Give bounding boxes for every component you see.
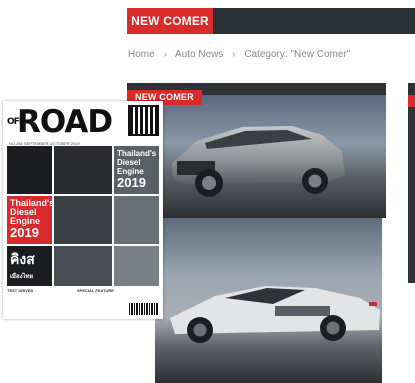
barcode-icon bbox=[129, 303, 159, 315]
engine-photo-tile bbox=[7, 146, 52, 194]
tile-text: เมืองไทย bbox=[10, 274, 34, 280]
card-badge-stripe bbox=[408, 95, 415, 107]
magazine-title-road: ROAD bbox=[17, 104, 113, 140]
contents-column: TEST DRIVES bbox=[7, 288, 77, 293]
breadcrumb-home-link[interactable]: Home bbox=[128, 49, 155, 60]
engine-photo-tile bbox=[54, 196, 112, 244]
tile-text: Diesel bbox=[117, 158, 141, 167]
tile-year: 2019 bbox=[117, 175, 146, 190]
lamborghini-photo bbox=[155, 218, 382, 383]
category-header-tag: NEW COMER bbox=[127, 8, 213, 34]
tile-text: Thailand's bbox=[117, 149, 157, 158]
breadcrumb-auto-news-link[interactable]: Auto News bbox=[175, 49, 223, 60]
tile-text: คิงส bbox=[10, 251, 35, 267]
contents-heading: SPECIAL FEATURE bbox=[77, 288, 114, 293]
diesel-engine-tile: Thailand's Diesel Engine 2019 bbox=[114, 146, 159, 194]
qr-code-icon bbox=[128, 105, 159, 136]
breadcrumb-separator-icon: › bbox=[163, 49, 167, 60]
diesel-engine-red-tile: Thailand's Diesel Engine 2019 bbox=[7, 196, 54, 244]
engine-photo-tile bbox=[114, 196, 159, 244]
contents-column: SPECIAL FEATURE bbox=[77, 288, 147, 293]
magazine-title: OFFROAD bbox=[7, 104, 113, 140]
news-card-image-lamborghini[interactable] bbox=[155, 218, 382, 383]
magazine-cover-grid: Thailand's Diesel Engine 2019 Thailand's… bbox=[7, 146, 159, 286]
breadcrumb-current: Category: "New Comer" bbox=[244, 49, 351, 60]
magazine-cover-offroad[interactable]: OFFROAD NO.284 SEPTEMBER-OCTOBER 2019 Th… bbox=[3, 101, 163, 319]
news-card-image-right-partial[interactable] bbox=[408, 83, 415, 283]
contents-heading: TEST DRIVES bbox=[7, 288, 34, 293]
engine-photo-tile bbox=[54, 246, 112, 286]
tile-year: 2019 bbox=[10, 225, 39, 240]
thai-tile: คิงส เมืองไทย bbox=[7, 246, 52, 286]
magazine-title-off: OFF bbox=[7, 117, 25, 127]
engine-photo-tile bbox=[114, 246, 159, 286]
breadcrumb: Home › Auto News › Category: "New Comer" bbox=[128, 49, 350, 60]
engine-photo-tile bbox=[54, 146, 112, 194]
breadcrumb-separator-icon: › bbox=[232, 49, 236, 60]
